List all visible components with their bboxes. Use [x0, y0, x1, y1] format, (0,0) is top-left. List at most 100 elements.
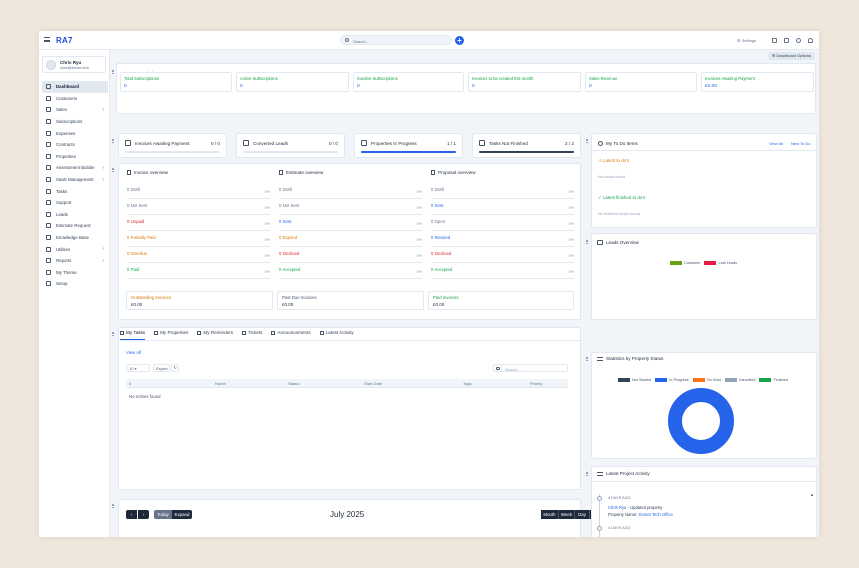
sidebar-item-estimate-request[interactable]: Estimate Request — [42, 220, 108, 232]
overview-row[interactable]: 0 Paid 0% — [127, 263, 270, 279]
kpi-card[interactable]: Converted Leads 0 / 0 — [236, 133, 345, 158]
column-header[interactable]: Status — [288, 381, 299, 386]
legend-item[interactable]: Lost Leads — [704, 261, 737, 265]
overview-row[interactable]: 0 Sent 0% — [431, 199, 574, 215]
overview-row[interactable]: 0 Accepted 0% — [279, 263, 422, 279]
overview-row[interactable]: 0 Open 0% — [431, 215, 574, 231]
global-search-input[interactable]: Search... — [340, 35, 452, 45]
sidebar-item-my-theme[interactable]: My Theme — [42, 267, 108, 279]
stat-card[interactable]: Invoices Awaiting Payment £0.00 — [701, 72, 814, 92]
drag-handle-icon[interactable] — [586, 240, 588, 244]
sidebar-item-customers[interactable]: Customers — [42, 93, 108, 105]
stat-card[interactable]: Sales Revenue 0 — [585, 72, 697, 92]
drag-handle-icon[interactable] — [112, 70, 114, 74]
column-header[interactable]: Tags — [463, 381, 471, 386]
column-header[interactable]: Start Date — [364, 381, 382, 386]
stat-card[interactable]: Inactive Subscriptions 0 — [353, 72, 464, 92]
column-header[interactable]: # — [129, 381, 131, 386]
sidebar-item-knowledge-base[interactable]: Knowledge Base — [42, 232, 108, 244]
export-button[interactable]: Export — [153, 364, 170, 372]
tab-announcements[interactable]: Announcements — [271, 330, 311, 340]
todo-view-all-link[interactable]: View All — [769, 141, 783, 146]
overview-row[interactable]: 0 Not Sent 0% — [279, 199, 422, 215]
sidebar-item-sales[interactable]: Sales ‹ — [42, 104, 108, 116]
stat-card[interactable]: Invoices to be created this month 0 — [468, 72, 581, 92]
drag-handle-icon[interactable] — [112, 139, 114, 143]
sidebar-item-leads[interactable]: Leads — [42, 209, 108, 221]
page-size-select[interactable]: 10 ▾ — [126, 364, 150, 372]
column-header[interactable]: Name — [215, 381, 226, 386]
legend-item[interactable]: On Hold — [692, 378, 721, 382]
sidebar-item-dashboard[interactable]: Dashboard — [42, 81, 108, 93]
overview-row[interactable]: 0 Draft 0% — [279, 183, 422, 199]
overview-row[interactable]: 0 Overdue 0% — [127, 247, 270, 263]
donut-slice-in-progress[interactable] — [668, 388, 734, 454]
overview-row[interactable]: 0 Sent 0% — [279, 215, 422, 231]
sidebar-item-contracts[interactable]: Contracts — [42, 139, 108, 151]
clock-icon[interactable] — [796, 38, 801, 43]
overview-row[interactable]: 0 Draft 0% — [431, 183, 574, 199]
overview-row[interactable]: 0 Accepted 0% — [431, 263, 574, 279]
bell-icon[interactable] — [808, 38, 813, 43]
stat-card[interactable]: Total Subscriptions 0 — [120, 72, 232, 92]
kpi-card[interactable]: Invoices Awaiting Payment 0 / 0 — [118, 133, 227, 158]
tasks-search-input[interactable]: Search... — [502, 364, 568, 372]
drag-handle-icon[interactable] — [112, 332, 114, 336]
sidebar-item-reports[interactable]: Reports ‹ — [42, 255, 108, 267]
legend-item[interactable]: In Progress — [655, 378, 689, 382]
calendar-prev-button[interactable]: ‹ — [126, 510, 137, 519]
calendar-today-button[interactable]: Today — [154, 510, 172, 519]
calendar-icon[interactable] — [784, 38, 789, 43]
tab-my-reminders[interactable]: My Reminders — [197, 330, 233, 340]
invoice-total-card[interactable]: Paid Invoices £0.00 — [428, 291, 574, 310]
drag-handle-icon[interactable] — [112, 168, 114, 172]
sidebar-item-saas-management[interactable]: SaaS Management ‹ — [42, 174, 108, 186]
sidebar-item-setup[interactable]: Setup — [42, 278, 108, 290]
sidebar-item-support[interactable]: Support — [42, 197, 108, 209]
sidebar-item-properties[interactable]: Properties — [42, 151, 108, 163]
calendar-expand-button[interactable]: Expand — [172, 510, 192, 519]
legend-item[interactable]: Finished — [759, 378, 788, 382]
user-profile-card[interactable]: Chris Ryu chris@dorset.tech — [42, 56, 106, 73]
overview-row[interactable]: 0 Revised 0% — [431, 231, 574, 247]
app-logo[interactable]: RA7 — [56, 36, 73, 45]
tab-tickets[interactable]: Tickets — [242, 330, 262, 340]
legend-item[interactable]: Customer — [670, 261, 700, 265]
tasks-view-all-link[interactable]: View All — [126, 350, 141, 355]
legend-item[interactable]: Cancelled — [724, 378, 755, 382]
overview-row[interactable]: 0 Expired 0% — [279, 231, 422, 247]
activity-user-link[interactable]: Chris Ryu — [608, 505, 626, 510]
hamburger-menu-icon[interactable] — [44, 37, 50, 42]
sidebar-item-tasks[interactable]: Tasks — [42, 185, 108, 197]
overview-row[interactable]: 0 Unpaid 0% — [127, 215, 270, 231]
tab-my-tasks[interactable]: My Tasks — [120, 330, 146, 340]
drag-handle-icon[interactable] — [586, 472, 588, 476]
overview-row[interactable]: 0 Declined 0% — [279, 247, 422, 263]
overview-row[interactable]: 0 Partially Paid 0% — [127, 231, 270, 247]
settings-link[interactable]: ⚙ Settings — [737, 38, 756, 43]
invoice-total-card[interactable]: Past Due Invoices £0.00 — [277, 291, 424, 310]
legend-item[interactable]: Not Started — [618, 378, 651, 382]
drag-handle-icon[interactable] — [586, 357, 588, 361]
calendar-view-day[interactable]: Day — [575, 510, 590, 519]
drag-handle-icon[interactable] — [586, 139, 588, 143]
activity-property-link[interactable]: Dorset Tech Office — [639, 512, 673, 517]
overview-row[interactable]: 0 Draft 0% — [127, 183, 270, 199]
calendar-next-button[interactable]: › — [138, 510, 149, 519]
quick-create-button[interactable]: + — [455, 36, 464, 45]
new-todo-link[interactable]: New To Do — [791, 141, 811, 146]
drag-handle-icon[interactable] — [112, 504, 114, 508]
calendar-view-month[interactable]: Month — [541, 510, 559, 519]
refresh-icon[interactable]: ↻ — [171, 364, 179, 372]
tab-my-properties[interactable]: My Properties — [154, 330, 188, 340]
calendar-view-week[interactable]: Week — [559, 510, 575, 519]
sidebar-item-assessment-builder[interactable]: Assessment Builder ‹ — [42, 162, 108, 174]
scroll-up-icon[interactable]: ▲ — [810, 492, 814, 497]
overview-row[interactable]: 0 Declined 0% — [431, 247, 574, 263]
sidebar-item-utilities[interactable]: Utilities ‹ — [42, 243, 108, 255]
tab-latest-activity[interactable]: Latest Activity — [319, 330, 354, 340]
column-header[interactable]: Priority — [530, 381, 542, 386]
sidebar-item-expenses[interactable]: Expenses — [42, 127, 108, 139]
overview-row[interactable]: 0 Not Sent 0% — [127, 199, 270, 215]
stat-card[interactable]: Active Subscriptions 0 — [236, 72, 349, 92]
